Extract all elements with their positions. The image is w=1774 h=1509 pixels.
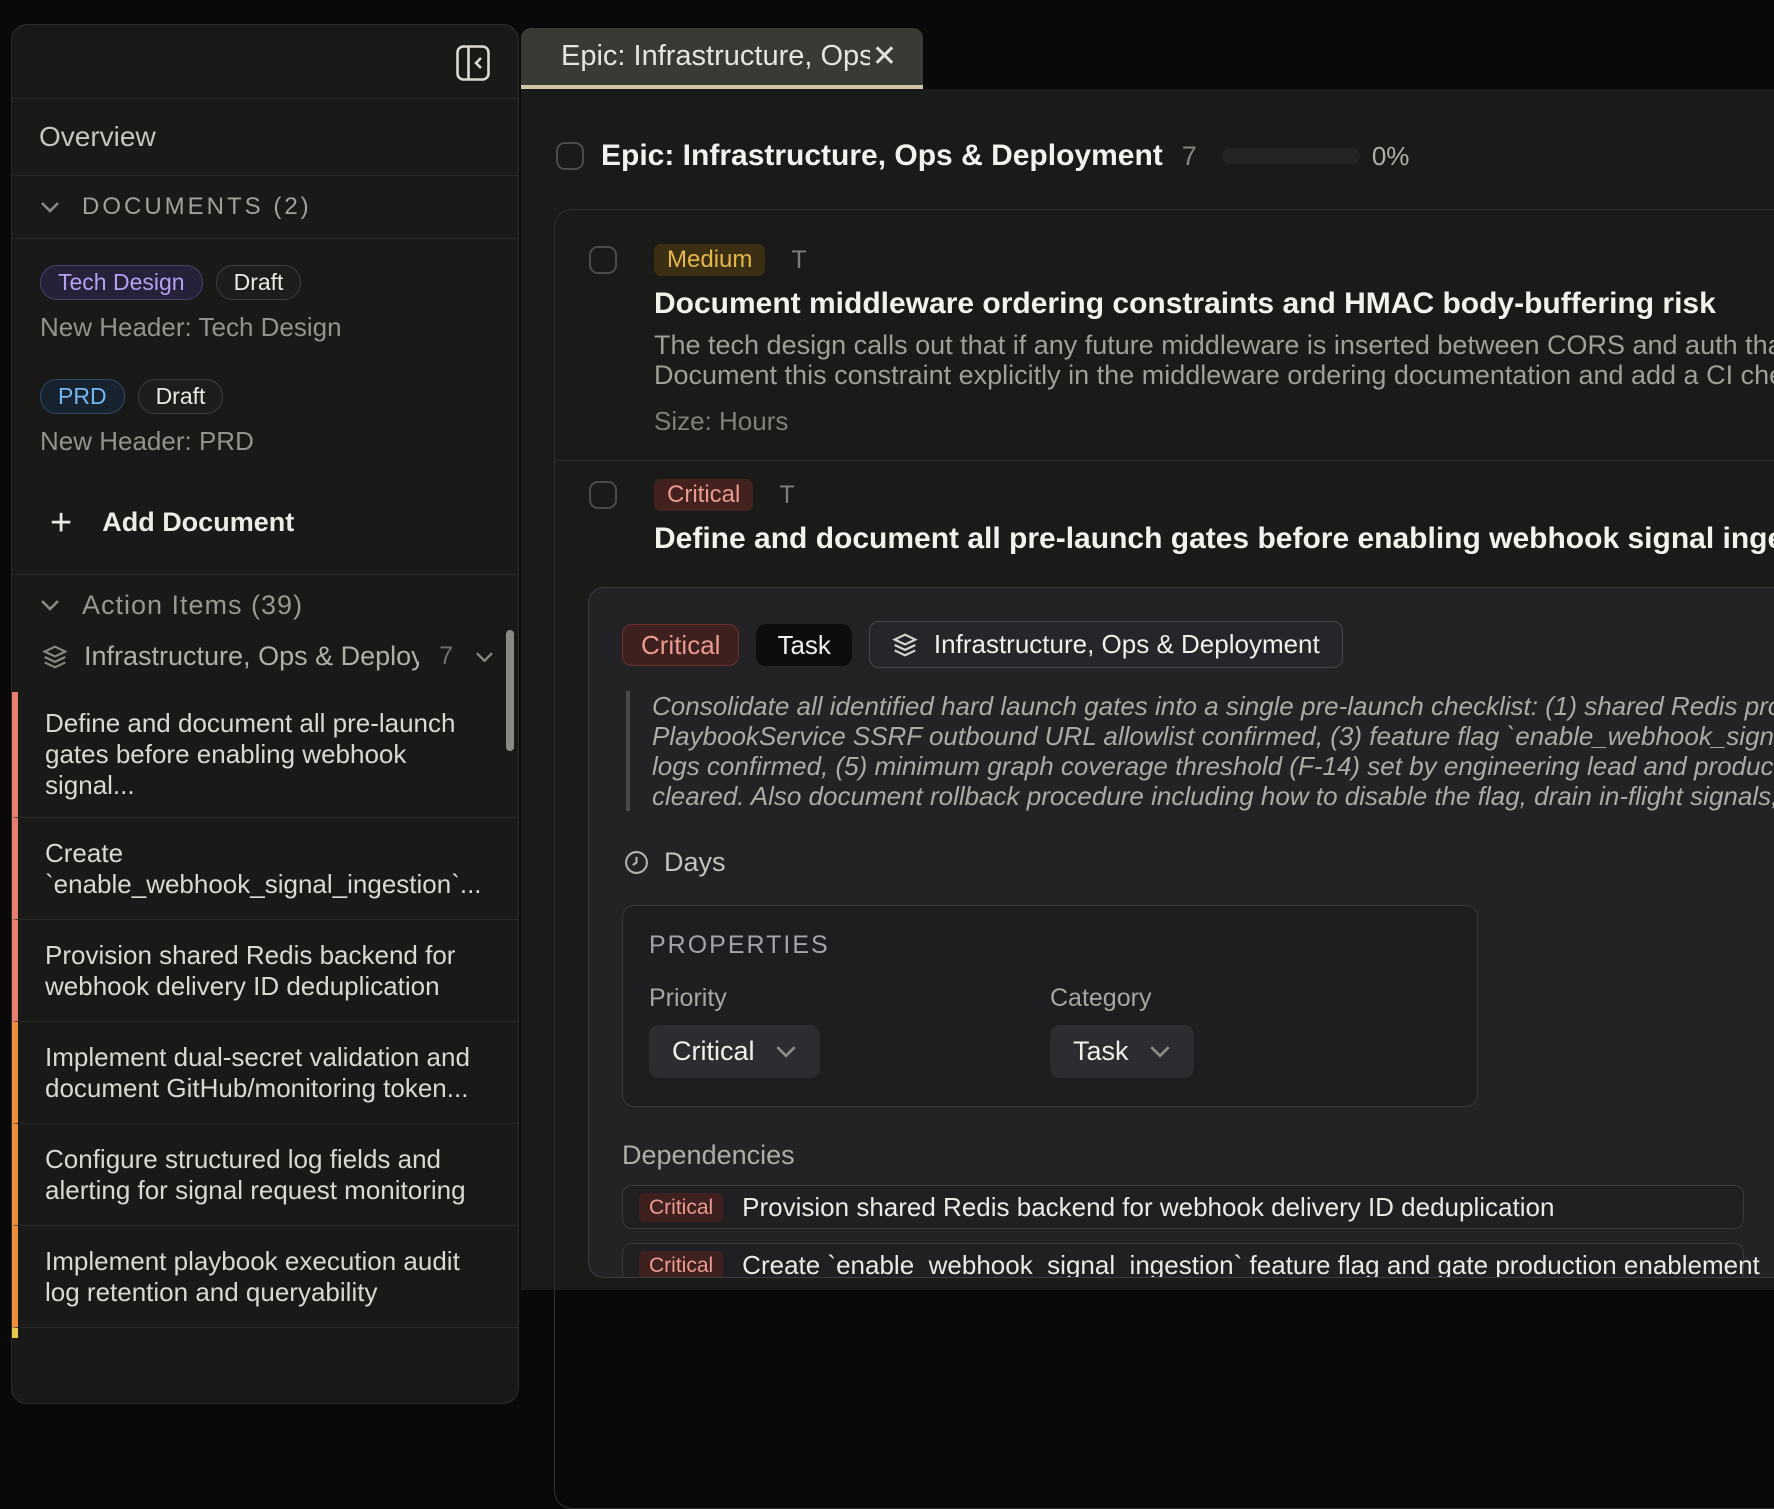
layers-icon xyxy=(892,632,918,658)
task-description-quote: Consolidate all identified hard launch g… xyxy=(626,691,1774,811)
chevron-down-icon xyxy=(40,201,60,213)
task-checkbox[interactable] xyxy=(589,246,617,274)
clock-icon xyxy=(624,850,649,875)
action-item-text: Implement dual-secret validation and doc… xyxy=(45,1042,487,1104)
chevron-down-icon xyxy=(1149,1045,1171,1058)
epic-checkbox[interactable] xyxy=(556,142,584,170)
action-items-section-header[interactable]: Action Items (39) xyxy=(12,574,518,635)
document-title[interactable]: New Header: Tech Design xyxy=(40,312,490,343)
main-panel: Epic: Infrastructure, Ops & Deployment 7… xyxy=(521,89,1774,1290)
document-entry[interactable]: Tech Design Draft New Header: Tech Desig… xyxy=(40,265,490,343)
layers-icon xyxy=(42,644,68,670)
dependency-priority-badge: Critical xyxy=(639,1251,723,1279)
effort-row: Days xyxy=(624,847,1774,878)
task-list-card: Medium T Document middleware ordering co… xyxy=(554,209,1774,1509)
task-type-letter: T xyxy=(791,246,806,275)
collapse-sidebar-icon xyxy=(456,45,490,81)
doc-status-badge: Draft xyxy=(138,379,224,414)
documents-section-label: DOCUMENTS (2) xyxy=(82,193,312,221)
effort-label: Days xyxy=(664,847,726,878)
epic-task-count: 7 xyxy=(1182,141,1197,172)
task-description-line: Document this constraint explicitly in t… xyxy=(654,360,1774,390)
priority-dropdown-value: Critical xyxy=(672,1036,755,1067)
epic-header: Epic: Infrastructure, Ops & Deployment 7… xyxy=(556,139,1409,173)
dependency-item[interactable]: Critical Provision shared Redis backend … xyxy=(622,1185,1744,1229)
quote-line: cleared. Also document rollback procedur… xyxy=(652,781,1774,811)
action-item-text: Provision shared Redis backend for webho… xyxy=(45,940,487,1002)
category-pill-label: Infrastructure, Ops & Deployment xyxy=(934,629,1320,660)
task-row[interactable]: Medium T Document middleware ordering co… xyxy=(555,210,1774,461)
type-badge[interactable]: Task xyxy=(756,624,851,666)
doc-type-badge: PRD xyxy=(40,379,125,414)
sidebar-scrollbar-thumb[interactable] xyxy=(506,630,514,751)
task-type-letter: T xyxy=(779,481,794,510)
priority-dropdown[interactable]: Critical xyxy=(649,1025,820,1078)
task-detail-panel: Critical Task Infrastructure, Ops & Depl… xyxy=(588,587,1774,1278)
quote-line: logs confirmed, (5) minimum graph covera… xyxy=(652,751,1774,781)
dependency-text: Create `enable_webhook_signal_ingestion`… xyxy=(742,1250,1760,1279)
epic-title: Epic: Infrastructure, Ops & Deployment xyxy=(601,139,1163,173)
task-title[interactable]: Define and document all pre-launch gates… xyxy=(654,522,1774,556)
action-item-text: Define and document all pre-launch gates… xyxy=(45,708,487,801)
sidebar-header xyxy=(12,25,518,99)
action-item-text: Configure structured log fields and aler… xyxy=(45,1144,487,1206)
action-item[interactable]: Configure structured log fields and aler… xyxy=(12,1124,518,1226)
task-title[interactable]: Document middleware ordering constraints… xyxy=(654,287,1774,321)
sidebar: Overview DOCUMENTS (2) Tech Design Draft… xyxy=(11,24,519,1404)
category-dropdown[interactable]: Task xyxy=(1050,1025,1194,1078)
task-checkbox[interactable] xyxy=(589,481,617,509)
action-item[interactable]: Provision shared Redis backend for webho… xyxy=(12,920,518,1022)
document-title[interactable]: New Header: PRD xyxy=(40,426,490,457)
action-items-group[interactable]: Infrastructure, Ops & Deploym... 7 xyxy=(12,635,518,692)
documents-list: Tech Design Draft New Header: Tech Desig… xyxy=(12,239,518,574)
action-item[interactable]: Create `enable_webhook_signal_ingestion`… xyxy=(12,818,518,920)
task-size: Size: Hours xyxy=(654,406,1774,437)
dependency-item[interactable]: Critical Create `enable_webhook_signal_i… xyxy=(622,1243,1744,1278)
priority-badge: Critical xyxy=(654,479,753,511)
document-entry[interactable]: PRD Draft New Header: PRD xyxy=(40,379,490,457)
action-items-section-label: Action Items (39) xyxy=(82,590,303,621)
sidebar-item-overview[interactable]: Overview xyxy=(12,99,518,176)
overview-label: Overview xyxy=(39,121,156,153)
action-item[interactable]: Implement playbook execution audit log r… xyxy=(12,1226,518,1328)
dependency-priority-badge: Critical xyxy=(639,1193,723,1222)
quote-line: PlaybookService SSRF outbound URL allowl… xyxy=(652,721,1774,751)
tab-title: Epic: Infrastructure, Ops... xyxy=(561,40,870,73)
group-label: Infrastructure, Ops & Deploym... xyxy=(84,641,419,672)
properties-header: PROPERTIES xyxy=(649,931,1451,960)
epic-progress-percent: 0% xyxy=(1372,141,1410,172)
action-item[interactable] xyxy=(12,1328,518,1338)
action-item-text: Create `enable_webhook_signal_ingestion`… xyxy=(45,838,487,900)
add-document-label: Add Document xyxy=(102,507,294,538)
documents-section-header[interactable]: DOCUMENTS (2) xyxy=(12,176,518,239)
category-dropdown-value: Task xyxy=(1073,1036,1129,1067)
doc-type-badge: Tech Design xyxy=(40,265,203,300)
quote-line: Consolidate all identified hard launch g… xyxy=(652,691,1774,721)
group-count: 7 xyxy=(439,642,453,671)
action-item[interactable]: Implement dual-secret validation and doc… xyxy=(12,1022,518,1124)
priority-badge: Medium xyxy=(654,244,765,276)
tab-close-icon[interactable]: ✕ xyxy=(870,42,899,72)
properties-box: PROPERTIES Priority Critical Category xyxy=(622,905,1478,1107)
chevron-down-icon xyxy=(40,599,60,611)
chevron-down-icon[interactable] xyxy=(475,651,494,663)
chevron-down-icon xyxy=(775,1045,797,1058)
priority-field-label: Priority xyxy=(649,984,1050,1013)
action-item[interactable]: Define and document all pre-launch gates… xyxy=(12,692,518,818)
epic-progress-bar xyxy=(1222,148,1360,164)
dependency-text: Provision shared Redis backend for webho… xyxy=(742,1192,1554,1223)
dependencies-label: Dependencies xyxy=(622,1140,1774,1171)
task-row[interactable]: Critical T Define and document all pre-l… xyxy=(555,461,1774,556)
plus-icon: + xyxy=(50,509,72,537)
tab-epic[interactable]: Epic: Infrastructure, Ops... ✕ xyxy=(521,28,923,89)
collapse-sidebar-button[interactable] xyxy=(454,43,492,83)
add-document-button[interactable]: + Add Document xyxy=(40,493,294,570)
action-item-text: Implement playbook execution audit log r… xyxy=(45,1246,487,1308)
category-pill[interactable]: Infrastructure, Ops & Deployment xyxy=(869,621,1343,668)
task-description-line: The tech design calls out that if any fu… xyxy=(654,330,1774,360)
priority-badge[interactable]: Critical xyxy=(622,624,739,666)
category-field-label: Category xyxy=(1050,984,1451,1013)
doc-status-badge: Draft xyxy=(216,265,302,300)
